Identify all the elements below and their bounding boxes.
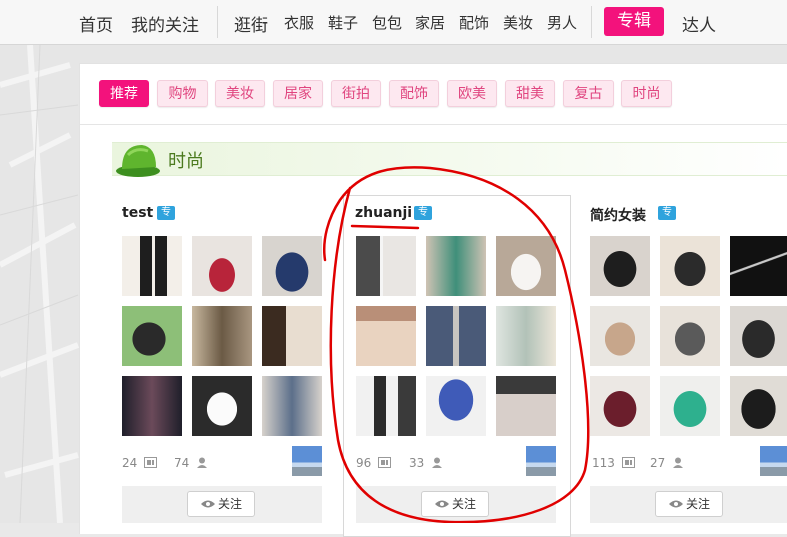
nav-accessories[interactable]: 配饰	[459, 12, 489, 33]
collection-thumbnail[interactable]	[660, 236, 720, 296]
followers-icon	[197, 457, 208, 468]
collection-thumbnail[interactable]	[426, 236, 486, 296]
follow-button[interactable]: 关注	[421, 491, 489, 517]
followers-count: 27	[650, 456, 685, 470]
follow-label: 关注	[217, 497, 242, 511]
follow-label: 关注	[685, 497, 710, 511]
collection-title[interactable]: zhuanji	[355, 205, 412, 221]
tag-home[interactable]: 居家	[273, 80, 323, 107]
nav-divider	[217, 6, 218, 38]
collection-thumbnail[interactable]	[496, 306, 556, 366]
album-badge: 专	[157, 206, 175, 220]
collection-title[interactable]: test	[122, 205, 153, 221]
collection-thumbnail[interactable]	[192, 306, 252, 366]
collection-thumbnail[interactable]	[122, 376, 182, 436]
followers-count: 74	[174, 456, 209, 470]
follow-label: 关注	[451, 497, 476, 511]
collection-title[interactable]: 简约女装	[590, 205, 646, 225]
tag-street-snap[interactable]: 街拍	[331, 80, 381, 107]
tag-western[interactable]: 欧美	[447, 80, 497, 107]
green-cap-icon	[116, 145, 160, 177]
collection-thumbnail[interactable]	[122, 236, 182, 296]
collection-thumbnail[interactable]	[356, 376, 416, 436]
pictures-count: 96	[356, 456, 392, 470]
eye-icon	[668, 500, 683, 508]
collection-thumbnail[interactable]	[730, 306, 787, 366]
followers-icon	[673, 457, 684, 468]
pictures-count-value: 96	[356, 456, 372, 470]
collection-thumbnail[interactable]	[590, 236, 650, 296]
album-badge: 专	[658, 206, 676, 220]
collection-thumbnail[interactable]	[590, 376, 650, 436]
collection-thumbnail[interactable]	[356, 236, 416, 296]
album-badge: 专	[414, 206, 432, 220]
collection-thumbnail[interactable]	[426, 376, 486, 436]
nav-shoes[interactable]: 鞋子	[328, 12, 358, 33]
collection-thumbnail[interactable]	[122, 306, 182, 366]
top-navigation: 首页 我的关注 逛街 衣服 鞋子 包包 家居 配饰 美妆 男人 专辑 达人	[0, 0, 787, 45]
follow-button[interactable]: 关注	[187, 491, 255, 517]
nav-featured-albums[interactable]: 专辑	[604, 7, 664, 36]
tag-accessories[interactable]: 配饰	[389, 80, 439, 107]
pictures-icon	[378, 457, 392, 468]
collection-thumbnail[interactable]	[496, 236, 556, 296]
collection-thumbnail[interactable]	[192, 236, 252, 296]
section-header-bar	[112, 142, 787, 176]
nav-clothes[interactable]: 衣服	[284, 12, 314, 33]
tag-retro[interactable]: 复古	[563, 80, 614, 107]
pictures-count-value: 113	[592, 456, 615, 470]
eye-icon	[200, 500, 215, 508]
collection-thumbnail[interactable]	[426, 306, 486, 366]
followers-count-value: 74	[174, 456, 190, 470]
nav-divider	[591, 6, 592, 38]
nav-stroll[interactable]: 逛街	[234, 11, 268, 36]
collection-thumbnail[interactable]	[590, 306, 650, 366]
collection-thumbnail[interactable]	[356, 306, 416, 366]
nav-home-goods[interactable]: 家居	[415, 12, 445, 33]
collection-thumbnail[interactable]	[262, 376, 322, 436]
tag-shopping[interactable]: 购物	[157, 80, 208, 107]
followers-count-value: 27	[650, 456, 666, 470]
collection-thumbnail[interactable]	[192, 376, 252, 436]
eye-icon	[434, 500, 449, 508]
section-title: 时尚	[168, 151, 204, 172]
tags-divider	[80, 124, 787, 125]
followers-count-value: 33	[409, 456, 425, 470]
followers-count: 33	[409, 456, 444, 470]
owner-avatar[interactable]	[526, 446, 556, 476]
collection-thumbnail[interactable]	[660, 306, 720, 366]
collection-thumbnail[interactable]	[262, 236, 322, 296]
nav-men[interactable]: 男人	[547, 12, 577, 33]
pictures-icon	[621, 457, 635, 468]
tag-recommend[interactable]: 推荐	[99, 80, 149, 107]
nav-makeup[interactable]: 美妆	[503, 12, 533, 33]
owner-avatar[interactable]	[760, 446, 787, 476]
collection-thumbnail[interactable]	[730, 376, 787, 436]
nav-experts[interactable]: 达人	[682, 11, 716, 36]
collection-thumbnail[interactable]	[660, 376, 720, 436]
pictures-count: 113	[592, 456, 635, 470]
tag-makeup[interactable]: 美妆	[215, 80, 265, 107]
pictures-icon	[144, 457, 158, 468]
pictures-count: 24	[122, 456, 158, 470]
nav-my-follow[interactable]: 我的关注	[131, 11, 199, 36]
collection-thumbnail[interactable]	[262, 306, 322, 366]
nav-home[interactable]: 首页	[79, 11, 113, 36]
collection-thumbnail[interactable]	[730, 236, 787, 296]
tag-sweet[interactable]: 甜美	[505, 80, 555, 107]
follow-button[interactable]: 关注	[655, 491, 723, 517]
tag-fashion[interactable]: 时尚	[621, 80, 672, 107]
owner-avatar[interactable]	[292, 446, 322, 476]
followers-icon	[432, 457, 443, 468]
pictures-count-value: 24	[122, 456, 138, 470]
nav-bags[interactable]: 包包	[372, 12, 402, 33]
collection-thumbnail[interactable]	[496, 376, 556, 436]
